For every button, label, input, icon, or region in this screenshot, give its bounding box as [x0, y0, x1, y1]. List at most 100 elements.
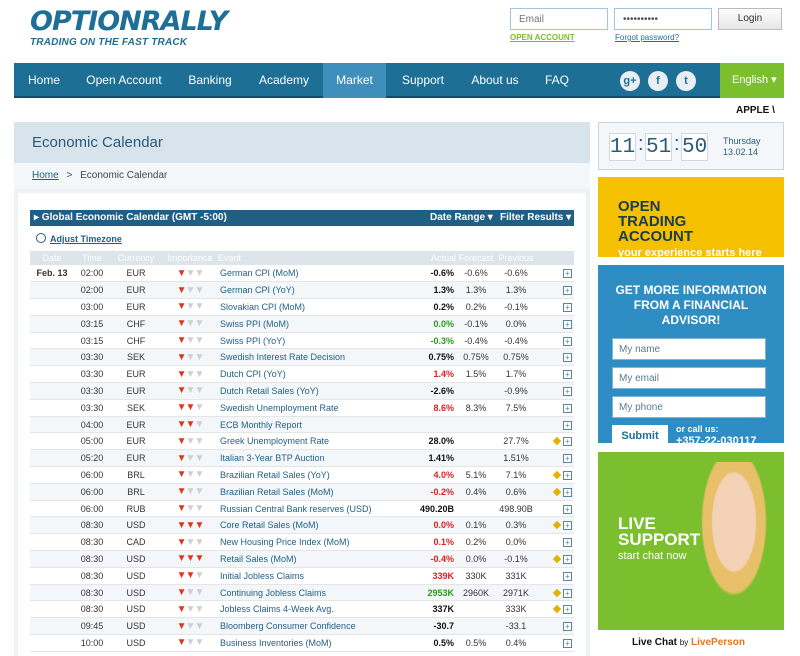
forgot-password-link[interactable]: Forgot password?	[615, 33, 679, 42]
row-event[interactable]: Slovakian CPI (MoM)	[218, 298, 414, 316]
row-actions: +	[536, 550, 574, 568]
expand-icon[interactable]: +	[563, 487, 572, 497]
expand-icon[interactable]: +	[563, 538, 572, 548]
nav-home[interactable]: Home	[14, 63, 74, 98]
nav-banking[interactable]: Banking	[174, 63, 246, 98]
row-actual: -0.4%	[414, 550, 456, 568]
nav-faq[interactable]: FAQ	[530, 63, 584, 98]
row-time: 06:00	[74, 466, 110, 484]
row-event[interactable]: Dutch CPI (YoY)	[218, 365, 414, 384]
expand-icon[interactable]: +	[563, 437, 572, 447]
expand-icon[interactable]: +	[563, 454, 572, 464]
email-input[interactable]: My email	[612, 367, 766, 389]
expand-icon[interactable]: +	[563, 521, 572, 531]
phone-field[interactable]: My phone	[612, 396, 766, 418]
expand-icon[interactable]: +	[563, 554, 572, 564]
submit-button[interactable]: Submit	[612, 425, 668, 447]
expand-icon[interactable]: +	[563, 420, 572, 430]
row-event[interactable]: Bloomberg Consumer Confidence	[218, 617, 414, 636]
alert-icon	[553, 588, 562, 597]
adjust-timezone-link[interactable]: Adjust Timezone	[36, 233, 122, 244]
expand-icon[interactable]: +	[563, 622, 572, 632]
table-row: 03:00 EUR ▼▼▼ Slovakian CPI (MoM) 0.2% 0.2% -0…	[30, 298, 574, 316]
row-event[interactable]: Business Inventories (MoM)	[218, 634, 414, 652]
row-event[interactable]: Greek Unemployment Rate	[218, 432, 414, 451]
email-field[interactable]	[510, 8, 608, 30]
breadcrumb-home[interactable]: Home	[32, 170, 59, 181]
nav-support[interactable]: Support	[386, 63, 460, 98]
expand-icon[interactable]: +	[563, 302, 572, 312]
login-button[interactable]: Login	[718, 8, 782, 30]
row-event[interactable]: Italian 3-Year BTP Auction	[218, 449, 414, 468]
expand-icon[interactable]: +	[563, 319, 572, 329]
expand-icon[interactable]: +	[563, 370, 572, 380]
row-event[interactable]: German CPI (YoY)	[218, 281, 414, 300]
nav-market[interactable]: Market	[323, 63, 386, 98]
google-plus-icon[interactable]: g+	[620, 71, 640, 91]
calendar-title: ▸ Global Economic Calendar (GMT -5:00)	[34, 212, 227, 223]
twitter-icon[interactable]: t	[676, 71, 696, 91]
live-support-banner[interactable]: LIVE SUPPORT start chat now	[598, 452, 784, 630]
nav-open-account[interactable]: Open Account	[74, 63, 174, 98]
row-event[interactable]: Swedish Unemployment Rate	[218, 399, 414, 417]
logo[interactable]: OPTIONRALLY TRADING ON THE FAST TRACK	[30, 8, 228, 49]
row-event[interactable]: German CPI (MoM)	[218, 265, 414, 283]
row-actions: +	[536, 281, 574, 300]
col-previous: Previous	[496, 251, 536, 265]
expand-icon[interactable]: +	[563, 504, 572, 514]
open-account-banner[interactable]: OPEN TRADING ACCOUNT your experience sta…	[598, 177, 784, 259]
row-forecast: 0.1%	[456, 516, 496, 535]
name-field[interactable]: My name	[612, 338, 766, 360]
expand-icon[interactable]: +	[563, 605, 572, 615]
row-currency: EUR	[110, 265, 162, 283]
row-forecast: 330K	[456, 567, 496, 585]
row-event[interactable]: Jobless Claims 4-Week Avg.	[218, 600, 414, 619]
alert-icon	[553, 521, 562, 530]
row-event[interactable]: Retail Sales (MoM)	[218, 550, 414, 568]
password-field[interactable]	[614, 8, 712, 30]
row-event[interactable]: Swiss PPI (MoM)	[218, 315, 414, 333]
row-event[interactable]: Russian Central Bank reserves (USD)	[218, 500, 414, 518]
row-event[interactable]: Core Retail Sales (MoM)	[218, 516, 414, 535]
row-importance: ▼▼▼	[162, 416, 218, 434]
expand-icon[interactable]: +	[563, 269, 572, 279]
expand-icon[interactable]: +	[563, 286, 572, 296]
clock-icon	[36, 233, 46, 243]
nav-academy[interactable]: Academy	[246, 63, 322, 98]
expand-icon[interactable]: +	[563, 353, 572, 363]
row-event[interactable]: Continuing Jobless Claims	[218, 584, 414, 602]
expand-icon[interactable]: +	[563, 571, 572, 581]
row-event[interactable]: Brazilian Retail Sales (MoM)	[218, 483, 414, 501]
bull-icon: ▼	[194, 553, 204, 565]
row-event[interactable]: New Housing Price Index (MoM)	[218, 533, 414, 552]
row-forecast: 0.2%	[456, 298, 496, 316]
facebook-icon[interactable]: f	[648, 71, 668, 91]
expand-icon[interactable]: +	[563, 470, 572, 480]
row-event[interactable]: Dutch Retail Sales (YoY)	[218, 382, 414, 400]
row-actions: +	[536, 500, 574, 518]
nav-about-us[interactable]: About us	[460, 63, 530, 98]
expand-icon[interactable]: +	[563, 403, 572, 413]
live-chat-by: by	[679, 638, 689, 647]
row-forecast: 8.3%	[456, 399, 496, 417]
expand-icon[interactable]: +	[563, 336, 572, 346]
expand-icon[interactable]: +	[563, 386, 572, 396]
table-row: 04:00 EUR ▼▼▼ ECB Monthly Report +	[30, 416, 574, 434]
row-forecast	[456, 449, 496, 468]
open-account-link[interactable]: OPEN ACCOUNT	[510, 33, 575, 42]
row-previous: 331K	[496, 567, 536, 585]
form-heading-2: FROM A FINANCIAL ADVISOR!	[633, 298, 749, 327]
row-event[interactable]: Swiss PPI (YoY)	[218, 332, 414, 350]
row-event[interactable]: Initial Jobless Claims	[218, 567, 414, 585]
filter-results-dropdown[interactable]: Filter Results ▾	[500, 210, 571, 226]
live-chat-caption[interactable]: Live Chat by LivePerson	[632, 637, 745, 648]
expand-icon[interactable]: +	[563, 638, 572, 648]
row-event[interactable]: ECB Monthly Report	[218, 416, 414, 434]
row-event[interactable]: Brazilian Retail Sales (YoY)	[218, 466, 414, 484]
bull-icon: ▼	[176, 553, 187, 565]
date-range-dropdown[interactable]: Date Range ▾	[430, 210, 493, 226]
row-actions: +	[536, 449, 574, 468]
row-event[interactable]: Swedish Interest Rate Decision	[218, 348, 414, 367]
language-selector[interactable]: English ▾	[720, 63, 784, 98]
expand-icon[interactable]: +	[563, 588, 572, 598]
